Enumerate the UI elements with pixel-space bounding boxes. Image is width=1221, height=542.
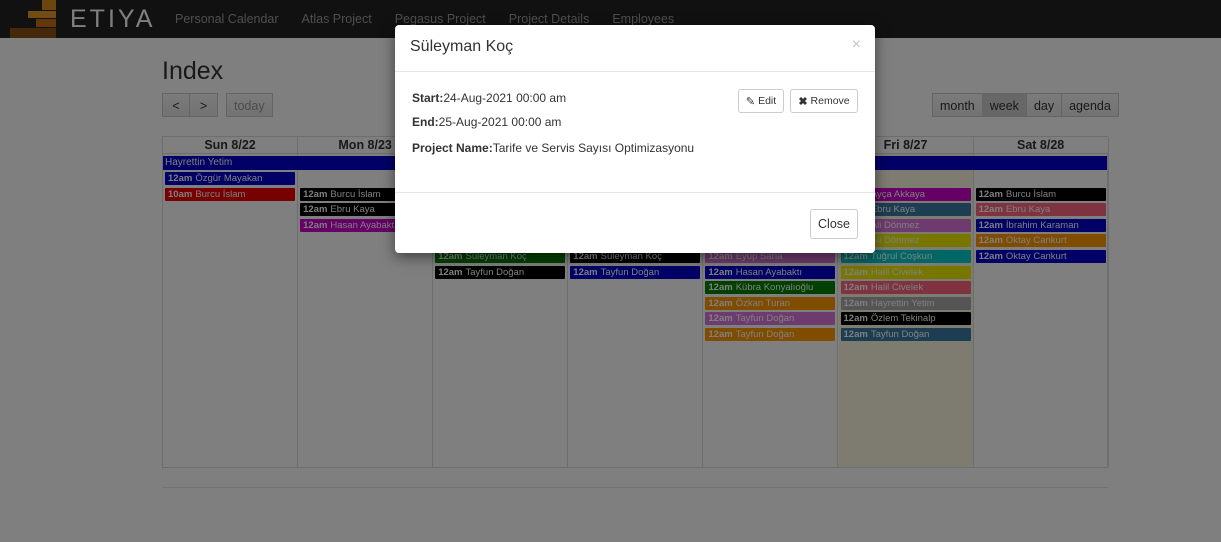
end-info: End:25-Aug-2021 00:00 am: [412, 115, 561, 129]
start-label: Start:: [412, 91, 444, 105]
event-detail-modal: Süleyman Koç × Start:24-Aug-2021 00:00 a…: [395, 25, 875, 253]
close-button[interactable]: Close: [810, 209, 858, 239]
modal-header: Süleyman Koç ×: [395, 25, 875, 72]
modal-title: Süleyman Koç: [410, 38, 514, 55]
end-label: End:: [412, 115, 439, 129]
remove-label: Remove: [810, 95, 850, 107]
remove-button[interactable]: ✖ Remove: [790, 89, 858, 113]
start-value: 24-Aug-2021 00:00 am: [443, 91, 567, 105]
end-value: 25-Aug-2021 00:00 am: [438, 115, 562, 129]
project-value: Tarife ve Servis Sayısı Optimizasyonu: [492, 141, 695, 155]
project-label: Project Name:: [412, 141, 493, 155]
edit-button[interactable]: ✎ Edit: [738, 89, 784, 113]
start-info: Start:24-Aug-2021 00:00 am: [412, 91, 566, 105]
close-icon[interactable]: ×: [852, 36, 861, 54]
modal-body: Start:24-Aug-2021 00:00 am End:25-Aug-20…: [395, 72, 875, 193]
edit-label: Edit: [758, 95, 777, 107]
pencil-icon: ✎: [745, 95, 756, 108]
x-icon: ✖: [798, 95, 808, 108]
project-info: Project Name:Tarife ve Servis Sayısı Opt…: [412, 141, 694, 155]
